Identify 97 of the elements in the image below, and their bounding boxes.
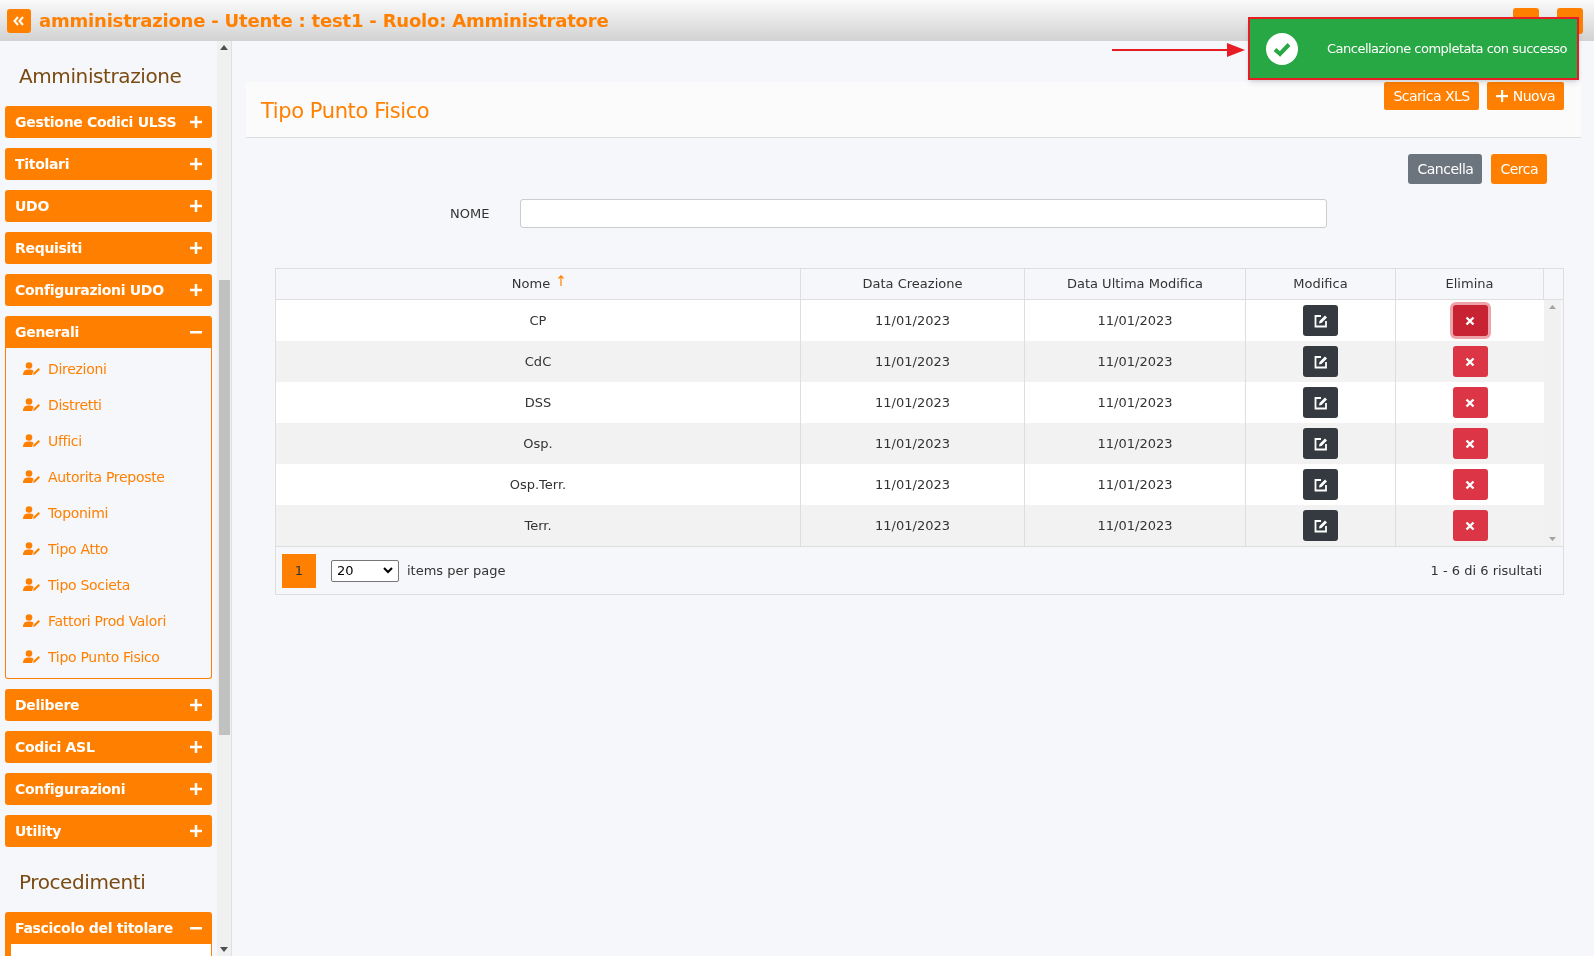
edit-button[interactable] <box>1303 510 1338 541</box>
close-icon <box>1465 315 1475 326</box>
toast-message: Cancellazione completata con successo <box>1326 39 1567 58</box>
plus-icon <box>190 783 202 795</box>
delete-button[interactable] <box>1452 346 1488 377</box>
user-edit-icon <box>23 578 41 592</box>
edit-icon <box>1313 313 1328 328</box>
delete-button[interactable] <box>1452 428 1488 459</box>
plus-icon <box>190 284 202 296</box>
user-edit-icon <box>23 506 41 520</box>
table-cell: 11/01/2023 <box>1025 505 1246 546</box>
search-button[interactable]: Cerca <box>1491 154 1547 184</box>
plus-icon <box>190 699 202 711</box>
submenu-item[interactable]: Uffici <box>6 423 211 459</box>
close-icon <box>1465 438 1475 449</box>
user-edit-icon <box>23 542 41 556</box>
table-cell: 11/01/2023 <box>801 505 1025 546</box>
submenu-item[interactable]: Toponimi <box>6 495 211 531</box>
edit-button[interactable] <box>1303 305 1338 336</box>
submenu-item[interactable]: Distretti <box>6 387 211 423</box>
menu-group-header[interactable]: Delibere <box>5 689 212 721</box>
plus-icon <box>190 825 202 837</box>
delete-button[interactable] <box>1452 305 1488 336</box>
submenu-item[interactable]: Tipo Punto Fisico <box>6 639 211 675</box>
close-icon <box>1465 479 1475 490</box>
menu-group-header[interactable]: Requisiti <box>5 232 212 264</box>
edit-icon <box>1313 436 1328 451</box>
delete-button[interactable] <box>1452 387 1488 418</box>
page-size-select[interactable]: 20 <box>331 559 399 582</box>
name-input-field[interactable] <box>520 199 1327 228</box>
section-title: Procedimenti <box>18 869 147 896</box>
column-header[interactable]: Data Creazione <box>801 269 1025 299</box>
menu-group-header[interactable]: Fascicolo del titolare <box>5 912 212 944</box>
minus-icon <box>190 330 202 334</box>
submenu-item[interactable]: Autorita Preposte <box>6 459 211 495</box>
column-header[interactable]: Nome <box>276 269 801 299</box>
edit-icon <box>1313 354 1328 369</box>
plus-icon <box>190 741 202 753</box>
menu-group-header[interactable]: Configurazioni <box>5 773 212 805</box>
user-edit-icon <box>23 650 41 664</box>
arrow-icon <box>1112 43 1245 57</box>
submenu-item[interactable]: Tipo Societa <box>6 567 211 603</box>
menu-group-header[interactable]: Titolari <box>5 148 212 180</box>
edit-button[interactable] <box>1303 346 1338 377</box>
plus-icon <box>190 242 202 254</box>
page-button[interactable]: 1 <box>282 553 316 588</box>
double-chevron-left-icon <box>13 15 25 26</box>
page-title: Tipo Punto Fisico <box>261 97 430 125</box>
field-label: NOME <box>450 204 491 223</box>
plus-icon <box>190 200 202 212</box>
user-edit-icon <box>23 434 41 448</box>
user-edit-icon <box>23 614 41 628</box>
user-edit-icon <box>23 470 41 484</box>
menu-group-header[interactable]: UDO <box>5 190 212 222</box>
menu-group-header[interactable]: Configurazioni UDO <box>5 274 212 306</box>
edit-button[interactable] <box>1303 387 1338 418</box>
column-header[interactable]: Elimina <box>1396 269 1544 299</box>
plus-icon <box>190 116 202 128</box>
plus-icon <box>1495 90 1508 102</box>
scroll-up-icon[interactable] <box>220 45 228 50</box>
collapse-button[interactable] <box>7 8 31 33</box>
section-title: Amministrazione <box>18 63 183 90</box>
menu-group-header[interactable]: Codici ASL <box>5 731 212 763</box>
new-button[interactable]: Nuova <box>1486 82 1564 110</box>
table-cell: Terr. <box>276 505 801 546</box>
delete-button[interactable] <box>1452 510 1488 541</box>
user-edit-icon <box>23 362 41 376</box>
scroll-down-icon[interactable] <box>220 947 228 952</box>
close-icon <box>1465 397 1475 408</box>
close-icon <box>1465 356 1475 367</box>
menu-group-header[interactable]: Gestione Codici ULSS <box>5 106 212 138</box>
clear-button[interactable]: Cancella <box>1408 154 1483 184</box>
column-header[interactable]: Data Ultima Modifica <box>1025 269 1246 299</box>
edit-button[interactable] <box>1303 428 1338 459</box>
delete-button[interactable] <box>1452 469 1488 500</box>
check-circle-icon <box>1266 32 1298 65</box>
submenu-item[interactable]: Fattori Prod Valori <box>6 603 211 639</box>
submenu-item[interactable]: Direzioni <box>6 351 211 387</box>
close-icon <box>1465 520 1475 531</box>
results-summary: 1 - 6 di 6 risultati <box>1430 561 1542 580</box>
menu-group-header[interactable]: Utility <box>5 815 212 847</box>
user-edit-icon <box>23 398 41 412</box>
edit-icon <box>1313 395 1328 410</box>
window-title: amministrazione - Utente : test1 - Ruolo: Amministratore <box>39 9 609 33</box>
chevron-down-icon <box>383 567 393 574</box>
page-size-label: items per page <box>407 561 506 580</box>
menu-group-header[interactable]: Generali <box>5 316 212 348</box>
edit-icon <box>1313 518 1328 533</box>
download-button[interactable]: Scarica XLS <box>1384 82 1479 110</box>
edit-button[interactable] <box>1303 469 1338 500</box>
submenu-item[interactable]: Tipo Atto <box>6 531 211 567</box>
column-header[interactable]: Modifica <box>1246 269 1396 299</box>
edit-icon <box>1313 477 1328 492</box>
plus-icon <box>190 158 202 170</box>
scrollbar-thumb[interactable] <box>218 280 230 735</box>
minus-icon <box>190 926 202 930</box>
sidebar-scrollbar[interactable] <box>217 41 232 956</box>
